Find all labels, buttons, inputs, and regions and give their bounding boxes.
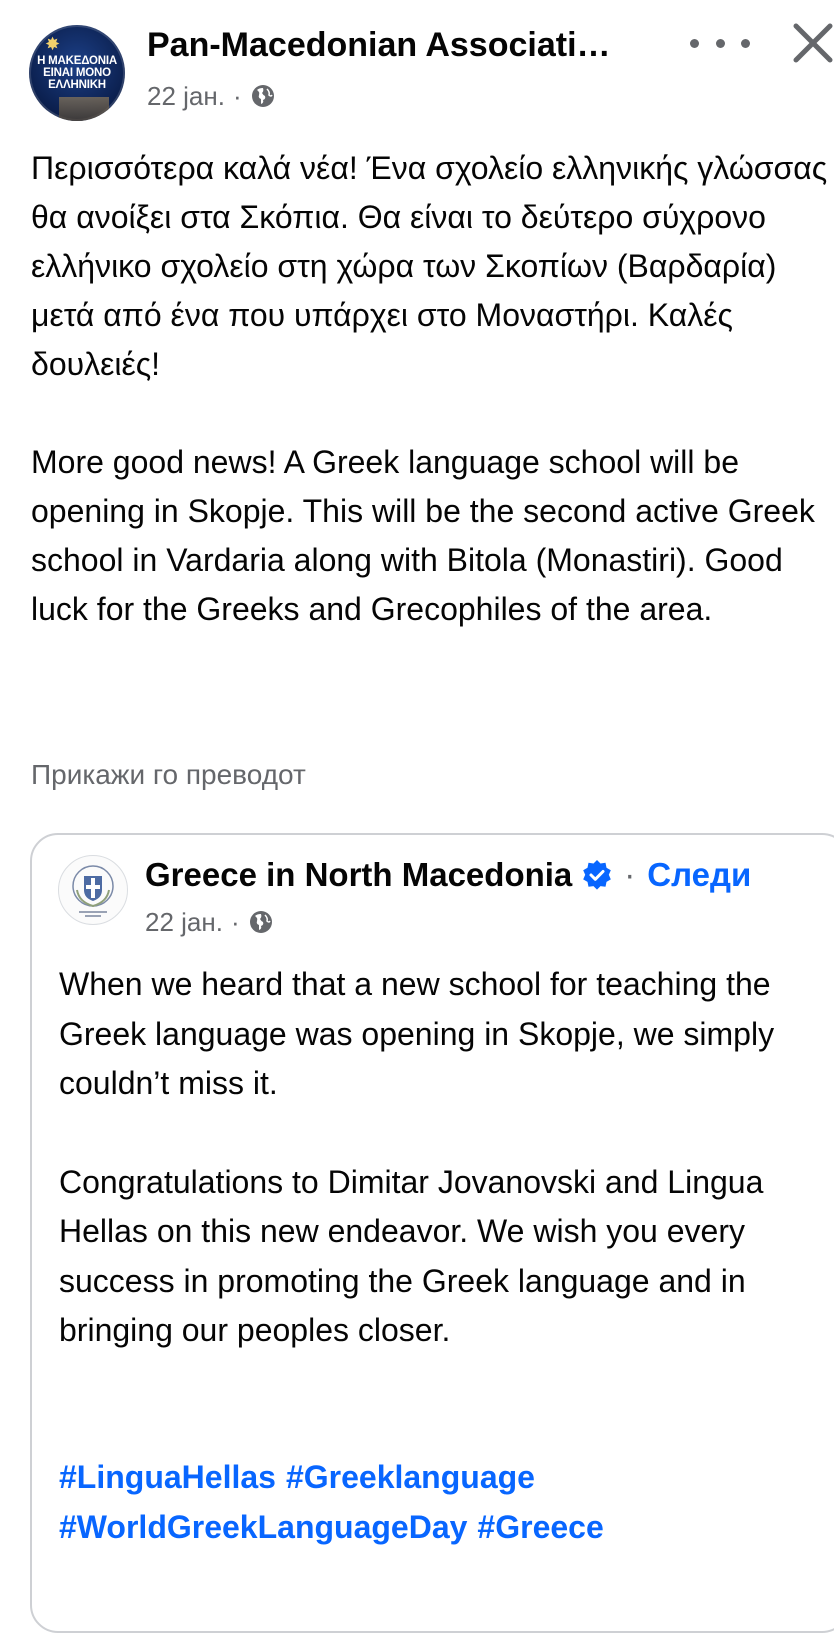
post-body-greek: Περισσότερα καλά νέα! Ένα σχολείο ελληνι… — [31, 150, 828, 382]
avatar-logo-text: Η ΜΑΚΕΔΟΝΙΑ ΕΙΝΑΙ ΜΟΝΟ ΕΛΛΗΝΙΚΗ — [37, 55, 117, 91]
dot — [741, 38, 750, 48]
post-date[interactable]: 22 јан. — [147, 80, 225, 112]
hashtag-link[interactable]: #Greeklanguage — [286, 1459, 535, 1495]
shared-paragraph: When we heard that a new school for teac… — [59, 966, 775, 1101]
dot — [690, 38, 699, 48]
globe-icon — [251, 85, 274, 107]
shared-post-date[interactable]: 22 јан. — [145, 906, 223, 938]
page-avatar[interactable]: ✸ Η ΜΑΚΕΔΟΝΙΑ ΕΙΝΑΙ ΜΟΝΟ ΕΛΛΗΝΙΚΗ — [29, 25, 125, 121]
shared-paragraph: Congratulations to Dimitar Jovanovski an… — [59, 1163, 764, 1349]
meta-separator: · — [230, 907, 240, 937]
temple-image — [59, 97, 109, 121]
follow-button[interactable]: Следи — [647, 855, 751, 895]
shared-post-meta: 22 јан. · — [145, 906, 274, 938]
shared-author-row: Greece in North Macedonia · Следи — [145, 855, 751, 895]
star-icon: ✸ — [45, 34, 61, 54]
hashtag-link[interactable]: #Greece — [477, 1509, 603, 1545]
follow-separator: · — [624, 856, 636, 893]
shared-post-body: When we heard that a new school for teac… — [59, 960, 819, 1356]
hashtag-link[interactable]: #WorldGreekLanguageDay — [59, 1509, 467, 1545]
dot — [715, 38, 725, 48]
post-header: ✸ Η ΜΑΚΕΔΟΝΙΑ ΕΙΝΑΙ ΜΟΝΟ ΕΛΛΗΝΙΚΗ Pan-Ma… — [0, 0, 834, 130]
more-options-icon[interactable] — [690, 28, 750, 58]
post-body: Περισσότερα καλά νέα! Ένα σχολείο ελληνι… — [31, 144, 831, 634]
shared-author-name[interactable]: Greece in North Macedonia — [145, 855, 572, 895]
verified-badge-icon — [583, 860, 612, 890]
see-translation-link[interactable]: Прикажи го преводот — [31, 757, 306, 793]
close-icon[interactable] — [790, 20, 834, 64]
meta-separator: · — [232, 81, 242, 111]
post-body-english: More good news! A Greek language school … — [31, 444, 815, 627]
hashtag-link[interactable]: #LinguaHellas — [59, 1459, 276, 1495]
globe-icon — [249, 911, 272, 933]
shared-page-avatar[interactable] — [58, 855, 128, 925]
greek-emblem-icon — [72, 865, 114, 917]
post-meta: 22 јан. · — [147, 80, 276, 112]
hashtag-list: #LinguaHellas #Greeklanguage #WorldGreekL… — [59, 1453, 819, 1552]
post-author-name[interactable]: Pan-Macedonian Associati… — [147, 25, 647, 65]
